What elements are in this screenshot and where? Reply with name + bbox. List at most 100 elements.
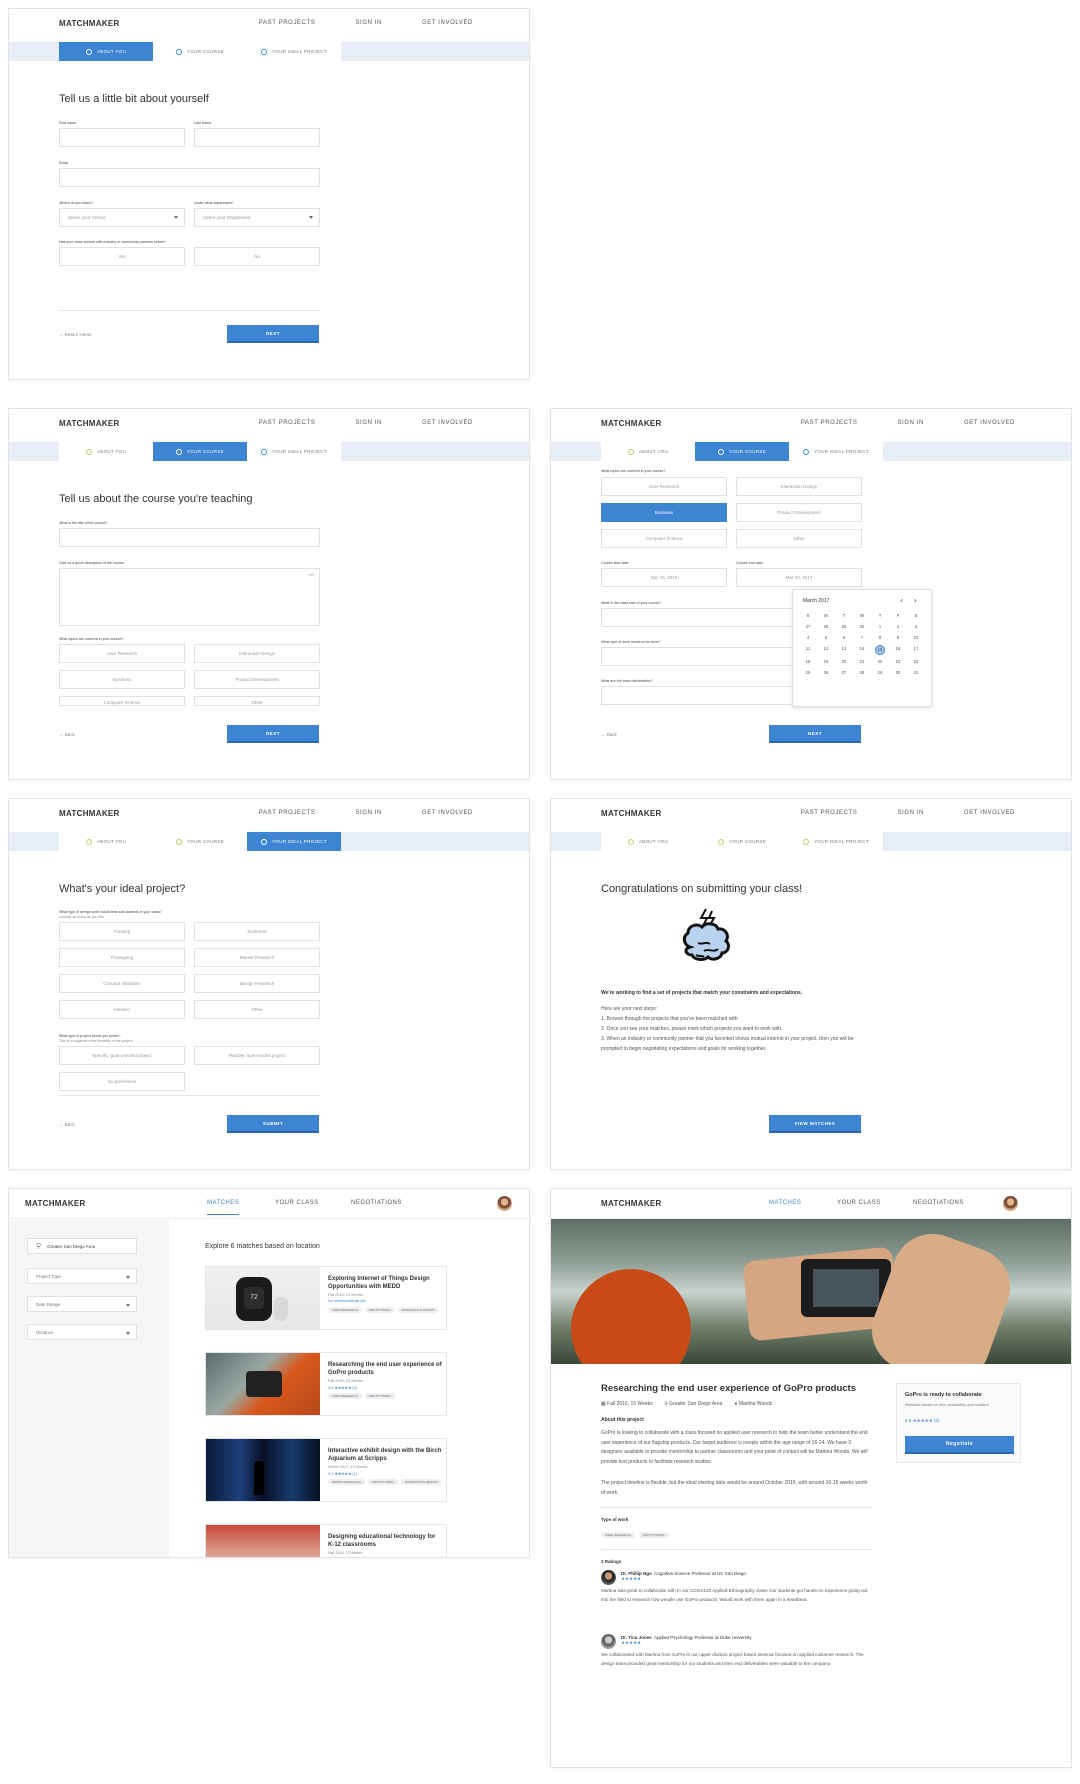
nav-negotiations[interactable]: NEGOTIATIONS xyxy=(913,1200,964,1206)
nav-get-involved[interactable]: GET INVOLVED xyxy=(964,810,1015,816)
step-ideal-project[interactable]: YOUR IDEAL PROJECT xyxy=(247,832,341,851)
department-select[interactable]: Select your Department xyxy=(194,208,320,227)
calendar-day[interactable]: 1 xyxy=(871,623,889,631)
calendar-day[interactable]: 27 xyxy=(799,623,817,631)
negotiate-button[interactable]: Negotiate xyxy=(905,1436,1014,1454)
match-card[interactable]: Designing educational technology for K-1… xyxy=(205,1524,447,1557)
topic-user-research[interactable]: User Research xyxy=(59,644,185,663)
nav-past-projects[interactable]: PAST PROJECTS xyxy=(801,420,858,426)
topic-other[interactable]: Other xyxy=(194,696,320,706)
start-date-field[interactable]: Nov 15, 2016 xyxy=(601,568,727,587)
step-about-you[interactable]: ABOUT YOU xyxy=(59,442,153,461)
design-market-research[interactable]: Market Research xyxy=(194,948,320,967)
next-button[interactable]: NEXT xyxy=(769,725,861,743)
calendar-day[interactable]: 10 xyxy=(907,634,925,642)
course-title-field[interactable] xyxy=(59,528,320,547)
design-prototyping[interactable]: Prototyping xyxy=(59,948,185,967)
design-design-research[interactable]: Design Research xyxy=(194,974,320,993)
calendar-day[interactable]: 14 xyxy=(853,645,871,653)
calendar-day[interactable]: 17 xyxy=(907,645,925,653)
end-date-field[interactable]: Mar 15, 2017 xyxy=(736,568,862,587)
school-select[interactable]: Select your School xyxy=(59,208,185,227)
topic-business[interactable]: Business xyxy=(601,503,727,522)
step-your-course[interactable]: YOUR COURSE xyxy=(153,832,247,851)
nav-past-projects[interactable]: PAST PROJECTS xyxy=(801,810,858,816)
calendar-day[interactable]: 7 xyxy=(853,634,871,642)
nav-get-involved[interactable]: GET INVOLVED xyxy=(422,810,473,816)
topic-product-development[interactable]: Product Development xyxy=(194,670,320,689)
calendar-day[interactable]: 31 xyxy=(907,669,925,677)
step-about-you[interactable]: ABOUT YOU xyxy=(59,832,153,851)
nav-sign-in[interactable]: SIGN IN xyxy=(897,810,924,816)
topic-other[interactable]: Other xyxy=(736,529,862,548)
return-home-link[interactable]: ← Return Home xyxy=(59,332,92,337)
step-ideal-project[interactable]: YOUR IDEAL PROJECT xyxy=(247,42,341,61)
view-matches-button[interactable]: VIEW MATCHES xyxy=(769,1115,861,1133)
calendar-grid[interactable]: S M T W T F S 27 28 29 30 1 2 3 4 5 6 7 8 9 10 11 12 13 14 15 16 17… xyxy=(799,612,925,677)
brand-logo[interactable]: MATCHMAKER xyxy=(601,1199,662,1208)
step-about-you[interactable]: ABOUT YOU xyxy=(601,442,695,461)
step-ideal-project[interactable]: YOUR IDEAL PROJECT xyxy=(789,442,883,461)
topic-computer-science[interactable]: Computer Science xyxy=(601,529,727,548)
next-button[interactable]: NEXT xyxy=(227,725,319,743)
calendar-day[interactable]: 11 xyxy=(799,645,817,653)
brand-logo[interactable]: MATCHMAKER xyxy=(59,809,120,818)
project-specific[interactable]: Specific, goal-oriented project xyxy=(59,1046,185,1065)
no-option[interactable]: No xyxy=(194,247,320,266)
user-avatar[interactable] xyxy=(1003,1196,1018,1211)
project-no-preference[interactable]: No preference xyxy=(59,1072,185,1091)
calendar-day[interactable]: 9 xyxy=(889,634,907,642)
calendar-day[interactable]: 26 xyxy=(817,669,835,677)
date-picker[interactable]: March 2017 ‹ › S M T W T F S 27 28 29 30 1 2 3 4 5 6 7 8 9 1… xyxy=(792,589,932,707)
nav-sign-in[interactable]: SIGN IN xyxy=(355,810,382,816)
brand-logo[interactable]: MATCHMAKER xyxy=(601,809,662,818)
calendar-day[interactable]: 6 xyxy=(835,634,853,642)
month-nav-icons[interactable]: ‹ › xyxy=(900,596,921,605)
nav-your-class[interactable]: YOUR CLASS xyxy=(275,1200,319,1206)
last-name-field[interactable] xyxy=(194,128,320,147)
topic-user-research[interactable]: User Research xyxy=(601,477,727,496)
calendar-day[interactable]: 25 xyxy=(799,669,817,677)
design-concept-validation[interactable]: Concept Validation xyxy=(59,974,185,993)
back-link[interactable]: ← Back xyxy=(59,732,75,737)
brand-logo[interactable]: MATCHMAKER xyxy=(601,419,662,428)
calendar-day[interactable]: 5 xyxy=(817,634,835,642)
design-synthesis[interactable]: Synthesis xyxy=(194,922,320,941)
location-search-input[interactable]: ⚲ Greater San Diego Area xyxy=(27,1238,137,1254)
design-other[interactable]: Other xyxy=(194,1000,320,1019)
calendar-day[interactable]: 22 xyxy=(871,658,889,666)
step-ideal-project[interactable]: YOUR IDEAL PROJECT xyxy=(789,832,883,851)
calendar-day[interactable]: 23 xyxy=(889,658,907,666)
topic-interaction-design[interactable]: Interaction Design xyxy=(736,477,862,496)
match-card[interactable]: Researching the end user experience of G… xyxy=(205,1352,447,1416)
distance-filter[interactable]: Distance xyxy=(27,1324,137,1340)
calendar-day[interactable]: 28 xyxy=(853,669,871,677)
step-about-you[interactable]: ABOUT YOU xyxy=(59,42,153,61)
calendar-day[interactable]: 15 xyxy=(875,645,885,655)
nav-matches[interactable]: MATCHES xyxy=(769,1200,801,1206)
nav-your-class[interactable]: YOUR CLASS xyxy=(837,1200,881,1206)
class-size-field[interactable] xyxy=(601,608,801,627)
nav-get-involved[interactable]: GET INVOLVED xyxy=(964,420,1015,426)
submit-button[interactable]: SUBMIT xyxy=(227,1115,319,1133)
calendar-day[interactable]: 20 xyxy=(835,658,853,666)
date-range-filter[interactable]: Date Range xyxy=(27,1296,137,1312)
step-your-course[interactable]: YOUR COURSE xyxy=(153,442,247,461)
brand-logo[interactable]: MATCHMAKER xyxy=(59,19,120,28)
calendar-day[interactable]: 27 xyxy=(835,669,853,677)
nav-get-involved[interactable]: GET INVOLVED xyxy=(422,20,473,26)
nav-sign-in[interactable]: SIGN IN xyxy=(355,420,382,426)
calendar-day[interactable]: 18 xyxy=(799,658,817,666)
calendar-day[interactable]: 8 xyxy=(871,634,889,642)
calendar-day[interactable]: 29 xyxy=(871,669,889,677)
next-button[interactable]: NEXT xyxy=(227,325,319,343)
calendar-day[interactable]: 21 xyxy=(853,658,871,666)
calendar-day[interactable]: 13 xyxy=(835,645,853,653)
nav-sign-in[interactable]: SIGN IN xyxy=(897,420,924,426)
calendar-day[interactable]: 29 xyxy=(835,623,853,631)
match-card[interactable]: 72 Exploring Internet of Things Design O… xyxy=(205,1266,447,1330)
topic-product-development[interactable]: Product Development xyxy=(736,503,862,522)
topic-business[interactable]: Business xyxy=(59,670,185,689)
step-your-course[interactable]: YOUR COURSE xyxy=(153,42,247,61)
nav-past-projects[interactable]: PAST PROJECTS xyxy=(259,420,316,426)
